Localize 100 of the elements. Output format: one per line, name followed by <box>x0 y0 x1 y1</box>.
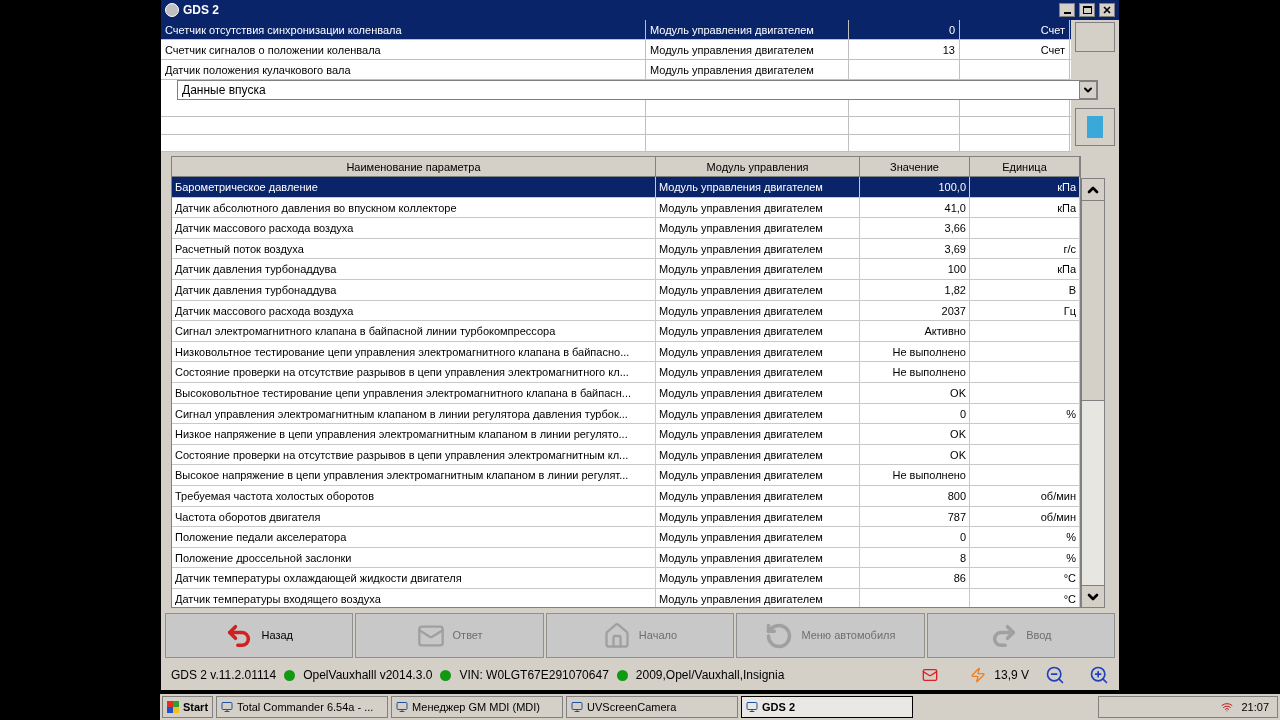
mail-icon[interactable] <box>922 667 939 683</box>
table-row[interactable]: Высокое напряжение в цепи управления электромагнитным клапаном в линии регулят... Модуль управления двигателем Не выполнено <box>172 465 1080 486</box>
status-text: 2009,Opel/Vauxhall,Insignia <box>635 667 785 684</box>
table-cell: Сигнал управления электромагнитным клапаном в линии регулятора давления турбок... <box>172 403 656 424</box>
table-cell: Модуль управления двигателем <box>656 485 860 506</box>
table-cell: 13 <box>849 40 960 59</box>
table-cell: Гц <box>970 300 1080 321</box>
table-cell: Барометрическое давление <box>172 177 656 197</box>
taskbar-item[interactable]: Total Commander 6.54a - ... <box>216 696 389 718</box>
side-button[interactable] <box>1075 22 1115 52</box>
table-cell: OK <box>860 382 970 403</box>
table-cell: Модуль управления двигателем <box>656 259 860 279</box>
taskbar-item[interactable]: GDS 2 <box>741 696 914 718</box>
table-row[interactable]: Низковольтное тестирование цепи управления электромагнитного клапана в байпасно... Модуль управления двигателем Не выполнено <box>172 341 1080 363</box>
table-row[interactable]: Счетчик сигналов о положении коленвала Модуль управления двигателем 13 Счет <box>161 40 1071 60</box>
table-cell: В <box>970 279 1080 300</box>
table-cell: 0 <box>860 403 970 424</box>
table-row[interactable]: Датчик температуры охлаждающей жидкости двигателя Модуль управления двигателем 86 °C <box>172 568 1080 589</box>
table-row[interactable]: Датчик давления турбонаддува Модуль управления двигателем 1,82 В <box>172 279 1080 301</box>
nav-button[interactable]: Назад <box>165 613 354 658</box>
maximize-icon[interactable] <box>1079 3 1095 17</box>
circular-arrow-icon <box>765 621 794 650</box>
side-button[interactable] <box>1075 108 1115 146</box>
table-cell: Высокое напряжение в цепи управления электромагнитным клапаном в линии регулят... <box>172 465 656 485</box>
scroll-up-icon[interactable] <box>1082 179 1104 201</box>
table-cell: Модуль управления двигателем <box>656 444 860 465</box>
table-cell: Датчик массового расхода воздуха <box>172 300 656 321</box>
start-button[interactable]: Start <box>162 696 214 718</box>
table-cell: Модуль управления двигателем <box>656 238 860 259</box>
table-row[interactable]: Датчик положения кулачкового вала Модуль управления двигателем <box>161 60 1071 80</box>
wireless-icon[interactable] <box>1221 701 1234 713</box>
table-cell: Датчик массового расхода воздуха <box>172 218 656 238</box>
table-row[interactable]: Расчетный поток воздуха Модуль управления двигателем 3,69 г/с <box>172 238 1080 260</box>
table-cell: Низковольтное тестирование цепи управления электромагнитного клапана в байпасно... <box>172 341 656 362</box>
table-cell: Модуль управления двигателем <box>646 40 849 59</box>
table-cell: Активно <box>860 321 970 341</box>
table-cell: кПа <box>970 259 1080 279</box>
app-icon <box>396 701 409 713</box>
voltage-text: 13,9 V <box>994 667 1029 684</box>
table-cell: Датчик давления турбонаддува <box>172 279 656 300</box>
table-cell: Модуль управления двигателем <box>646 20 849 39</box>
table-cell: Датчик давления турбонаддува <box>172 259 656 279</box>
table-cell: 787 <box>860 506 970 527</box>
table-cell: Модуль управления двигателем <box>656 300 860 321</box>
taskbar-item[interactable]: UVScreenCamera <box>566 696 739 718</box>
table-cell: % <box>970 527 1080 547</box>
table-row[interactable]: Высоковольтное тестирование цепи управления электромагнитного клапана в байпасн... Модуль управления двигателем OK <box>172 382 1080 404</box>
table-cell: Высоковольтное тестирование цепи управления электромагнитного клапана в байпасн... <box>172 382 656 403</box>
table-cell: °C <box>970 588 1080 607</box>
table-cell: 8 <box>860 547 970 568</box>
table-cell: Не выполнено <box>860 341 970 362</box>
table-row[interactable]: Положение педали акселератора Модуль управления двигателем 0 % <box>172 527 1080 548</box>
table-cell: Датчик температуры охлаждающей жидкости двигателя <box>172 568 656 588</box>
table-cell: Модуль управления двигателем <box>656 279 860 300</box>
table-row[interactable]: Положение дроссельной заслонки Модуль управления двигателем 8 % <box>172 547 1080 569</box>
table-cell: 3,66 <box>860 218 970 238</box>
house-icon <box>602 621 631 650</box>
table-cell: Модуль управления двигателем <box>656 465 860 485</box>
taskbar-item[interactable]: Менеджер GM MDI (MDI) <box>391 696 564 718</box>
table-row[interactable]: Требуемая частота холостых оборотов Модуль управления двигателем 800 об/мин <box>172 485 1080 507</box>
table-row[interactable]: Состояние проверки на отсутствие разрывов в цепи управления электромагнитным кл... Модуль управления двигателем OK <box>172 444 1080 466</box>
close-icon[interactable] <box>1099 3 1115 17</box>
table-row[interactable]: Счетчик отсутствия синхронизации коленвала Модуль управления двигателем 0 Счет <box>161 20 1071 40</box>
minimize-icon[interactable] <box>1059 3 1075 17</box>
app-icon <box>221 701 234 713</box>
version-text: GDS 2 v.11.2.01114 <box>171 667 277 684</box>
status-text: VIN: W0LGT67E291070647 <box>459 667 609 684</box>
table-cell: Модуль управления двигателем <box>656 568 860 588</box>
table-cell: кПа <box>970 197 1080 218</box>
scroll-down-icon[interactable] <box>1082 585 1104 607</box>
table-cell: 41,0 <box>860 197 970 218</box>
table-cell: Положение дроссельной заслонки <box>172 547 656 568</box>
table-cell: кПа <box>970 177 1080 197</box>
table-row[interactable]: Датчик массового расхода воздуха Модуль управления двигателем 2037 Гц <box>172 300 1080 322</box>
table-cell: Модуль управления двигателем <box>656 424 860 444</box>
table-row[interactable]: Сигнал электромагнитного клапана в байпасной линии турбокомпрессора Модуль управления двигателем Активно <box>172 321 1080 342</box>
table-cell: Модуль управления двигателем <box>656 403 860 424</box>
table-cell: Модуль управления двигателем <box>646 60 849 79</box>
table-cell: об/мин <box>970 485 1080 506</box>
table-row[interactable]: Барометрическое давление Модуль управления двигателем 100,0 кПа <box>172 177 1080 198</box>
table-cell: Не выполнено <box>860 362 970 382</box>
table-cell: °C <box>970 568 1080 588</box>
table-cell: Модуль управления двигателем <box>656 362 860 382</box>
table-cell: Счет <box>960 40 1070 59</box>
scroll-thumb[interactable] <box>1082 201 1104 401</box>
table-cell: Положение педали акселератора <box>172 527 656 547</box>
table-row[interactable]: Сигнал управления электромагнитным клапаном в линии регулятора давления турбок... Модуль управления двигателем 0 % <box>172 403 1080 425</box>
table-row[interactable]: Датчик давления турбонаддува Модуль управления двигателем 100 кПа <box>172 259 1080 280</box>
table-row[interactable]: Датчик массового расхода воздуха Модуль управления двигателем 3,66 <box>172 218 1080 239</box>
table-row[interactable]: Датчик абсолютного давления во впускном коллекторе Модуль управления двигателем 41,0 кПа <box>172 197 1080 219</box>
zoom-in-icon[interactable] <box>1089 665 1109 685</box>
category-dropdown[interactable]: Данные впуска <box>177 80 1098 100</box>
table-cell: Сигнал электромагнитного клапана в байпасной линии турбокомпрессора <box>172 321 656 341</box>
zoom-out-icon[interactable] <box>1045 665 1065 685</box>
table-row[interactable]: Низкое напряжение в цепи управления электромагнитным клапаном в линии регулято... Модуль управления двигателем OK <box>172 424 1080 445</box>
table-row[interactable]: Состояние проверки на отсутствие разрывов в цепи управления электромагнитного кл... Модуль управления двигателем Не выполнено <box>172 362 1080 383</box>
table-row[interactable]: Частота оборотов двигателя Модуль управления двигателем 787 об/мин <box>172 506 1080 528</box>
app-logo-icon <box>165 3 179 17</box>
table-cell: Модуль управления двигателем <box>656 177 860 197</box>
scrollbar[interactable] <box>1081 178 1105 608</box>
